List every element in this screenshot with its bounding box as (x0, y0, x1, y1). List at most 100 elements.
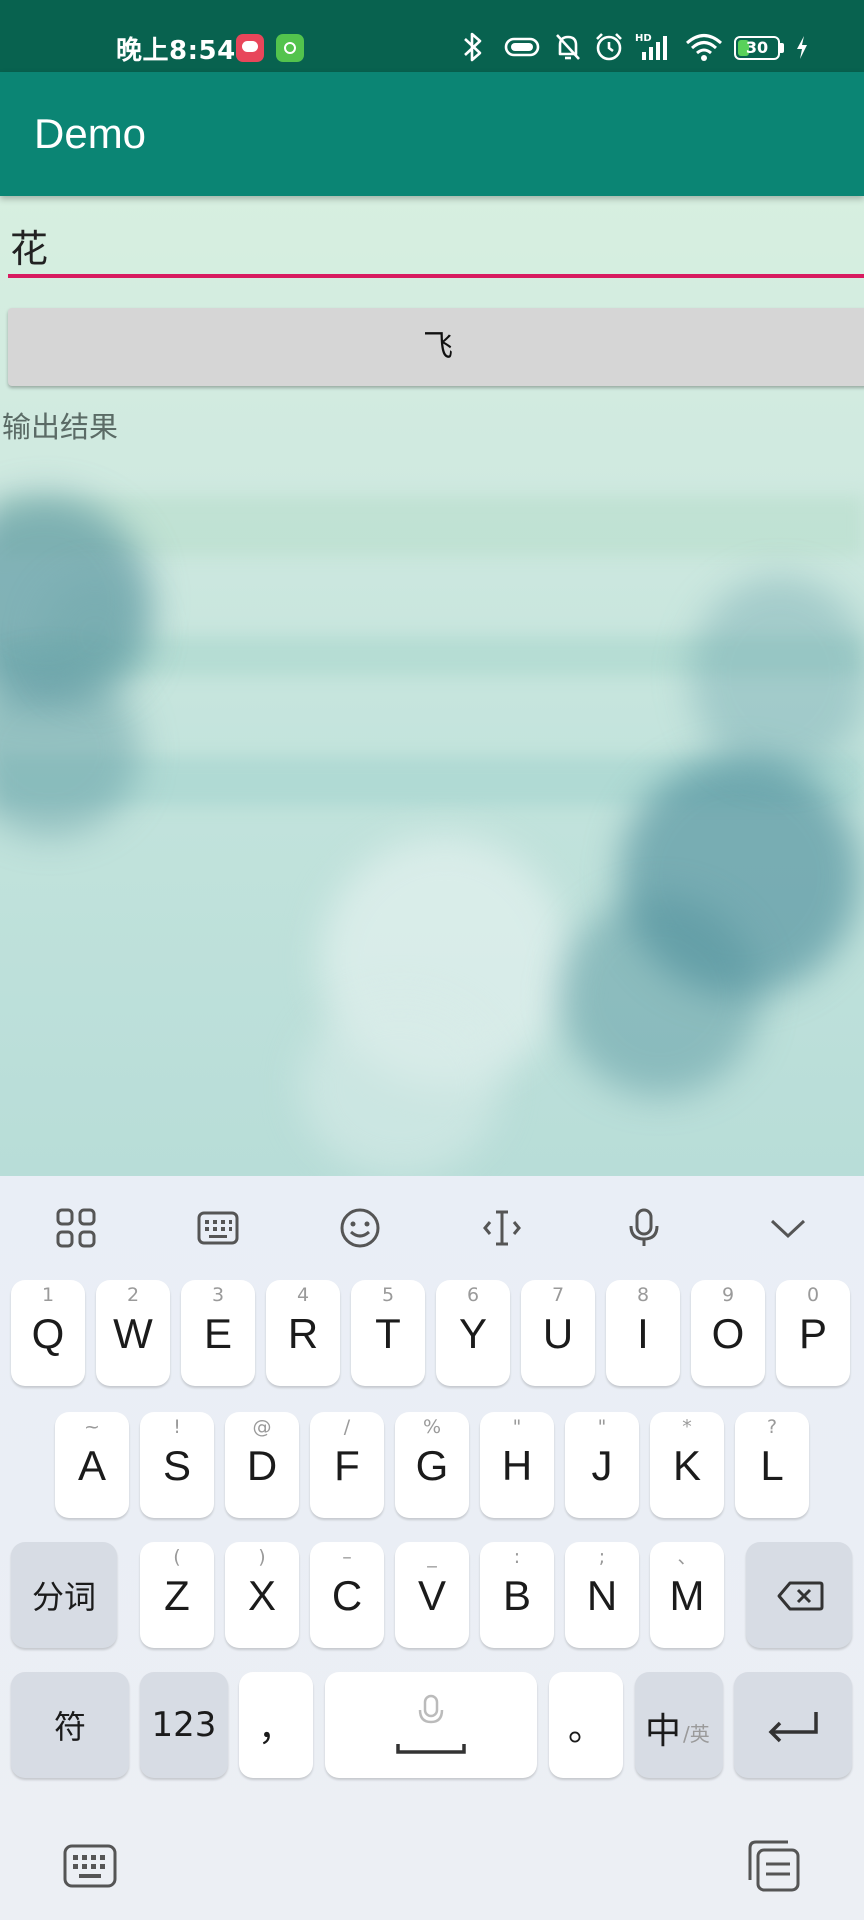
key-hint: 7 (551, 1284, 565, 1306)
space-key[interactable] (325, 1672, 537, 1778)
comma-key[interactable]: ， (239, 1672, 313, 1778)
key-hint: " (597, 1416, 607, 1438)
key-f[interactable]: / F (310, 1412, 384, 1518)
key-x[interactable]: ) X (225, 1542, 299, 1648)
key-q[interactable]: 1Q (11, 1280, 85, 1386)
key-u[interactable]: 7U (521, 1280, 595, 1386)
key-label: G (415, 1442, 449, 1489)
key-label: N (586, 1572, 618, 1619)
android-notification-icon (276, 34, 304, 62)
key-y[interactable]: 6Y (436, 1280, 510, 1386)
key-label: M (669, 1572, 705, 1619)
key-m[interactable]: 、 M (650, 1542, 724, 1648)
key-label: Y (458, 1310, 487, 1357)
clipboard-icon[interactable] (746, 1838, 802, 1894)
key-i[interactable]: 8I (606, 1280, 680, 1386)
key-t[interactable]: 5T (351, 1280, 425, 1386)
key-h[interactable]: " H (480, 1412, 554, 1518)
key-s[interactable]: ! S (140, 1412, 214, 1518)
battery-cap (780, 43, 784, 53)
key-hint: ! (173, 1416, 181, 1438)
fly-button[interactable]: 飞 (8, 308, 864, 386)
space-microphone-icon (396, 1694, 466, 1754)
key-v[interactable]: _ V (395, 1542, 469, 1648)
text-input[interactable]: 花 (10, 218, 48, 273)
key-hint: @ (252, 1416, 272, 1438)
keyboard-toolbar (0, 1176, 864, 1276)
key-label: H (501, 1442, 533, 1489)
key-hint: 4 (296, 1284, 310, 1306)
key-hint: * (682, 1416, 692, 1438)
battery-level: 30 (745, 38, 769, 57)
symbol-key[interactable]: 符 (11, 1672, 129, 1778)
key-p[interactable]: 0P (776, 1280, 850, 1386)
key-hint: ( (173, 1546, 181, 1568)
app-title: Demo (34, 110, 147, 157)
key-hint: % (422, 1416, 442, 1438)
key-label: L (760, 1442, 784, 1489)
vibrate-icon (504, 37, 540, 57)
backspace-key[interactable] (746, 1542, 852, 1648)
key-hint: 6 (466, 1284, 480, 1306)
keyboard-icon[interactable] (196, 1206, 240, 1250)
key-n[interactable]: ; N (565, 1542, 639, 1648)
key-k[interactable]: * K (650, 1412, 724, 1518)
key-label: D (246, 1442, 278, 1489)
key-g[interactable]: % G (395, 1412, 469, 1518)
charging-icon (797, 36, 807, 59)
wifi-icon (686, 34, 722, 61)
segment-key-label: 分词 (31, 1578, 96, 1616)
language-toggle-key[interactable]: 中 /英 (635, 1672, 723, 1778)
key-e[interactable]: 3E (181, 1280, 255, 1386)
status-bar: 晚上8:54 HD 30 (0, 0, 864, 72)
key-hint: 8 (636, 1284, 650, 1306)
key-label: A (77, 1442, 106, 1489)
language-alt-label: /英 (683, 1722, 710, 1746)
key-o[interactable]: 9O (691, 1280, 765, 1386)
keyboard-nav-row (0, 1816, 864, 1920)
status-time: 晚上8:54 (116, 36, 236, 66)
key-hint: ~ (84, 1416, 100, 1438)
comma-key-label: ， (257, 1708, 294, 1749)
key-hint: ; (598, 1546, 606, 1568)
period-key[interactable]: 。 (549, 1672, 623, 1778)
key-hint: 3 (211, 1284, 225, 1306)
grid-icon[interactable] (54, 1206, 98, 1250)
output-text: 输出结果 (2, 410, 119, 444)
key-l[interactable]: ? L (735, 1412, 809, 1518)
app-bar: Demo (0, 72, 864, 196)
key-label: F (334, 1442, 360, 1489)
enter-key[interactable] (734, 1672, 852, 1778)
key-label: U (542, 1310, 574, 1357)
emoji-icon[interactable] (338, 1206, 382, 1250)
app-notification-icon (236, 34, 264, 62)
key-hint: _ (427, 1546, 437, 1568)
key-c[interactable]: – C (310, 1542, 384, 1648)
microphone-icon[interactable] (622, 1206, 666, 1250)
svg-text:HD: HD (635, 33, 652, 44)
segment-key[interactable]: 分词 (11, 1542, 117, 1648)
key-j[interactable]: " J (565, 1412, 639, 1518)
battery-icon: 30 (734, 36, 780, 60)
key-b[interactable]: :B (480, 1542, 554, 1648)
key-w[interactable]: 2W (96, 1280, 170, 1386)
numbers-key[interactable]: 123 (140, 1672, 228, 1778)
key-d[interactable]: @ D (225, 1412, 299, 1518)
key-label: Z (164, 1572, 190, 1619)
switch-keyboard-icon[interactable] (62, 1842, 118, 1890)
cursor-icon[interactable] (480, 1206, 524, 1250)
key-r[interactable]: 4R (266, 1280, 340, 1386)
key-hint: 0 (806, 1284, 820, 1306)
backspace-icon (777, 1581, 824, 1611)
key-label: P (798, 1310, 827, 1357)
key-hint: " (512, 1416, 522, 1438)
key-hint: 2 (126, 1284, 140, 1306)
enter-icon (768, 1712, 818, 1743)
key-label: R (287, 1310, 319, 1357)
key-a[interactable]: ~ A (55, 1412, 129, 1518)
key-label: T (375, 1310, 401, 1357)
key-z[interactable]: (Z (140, 1542, 214, 1648)
input-underline (8, 274, 864, 278)
collapse-icon[interactable] (766, 1206, 810, 1250)
key-hint: 1 (41, 1284, 55, 1306)
